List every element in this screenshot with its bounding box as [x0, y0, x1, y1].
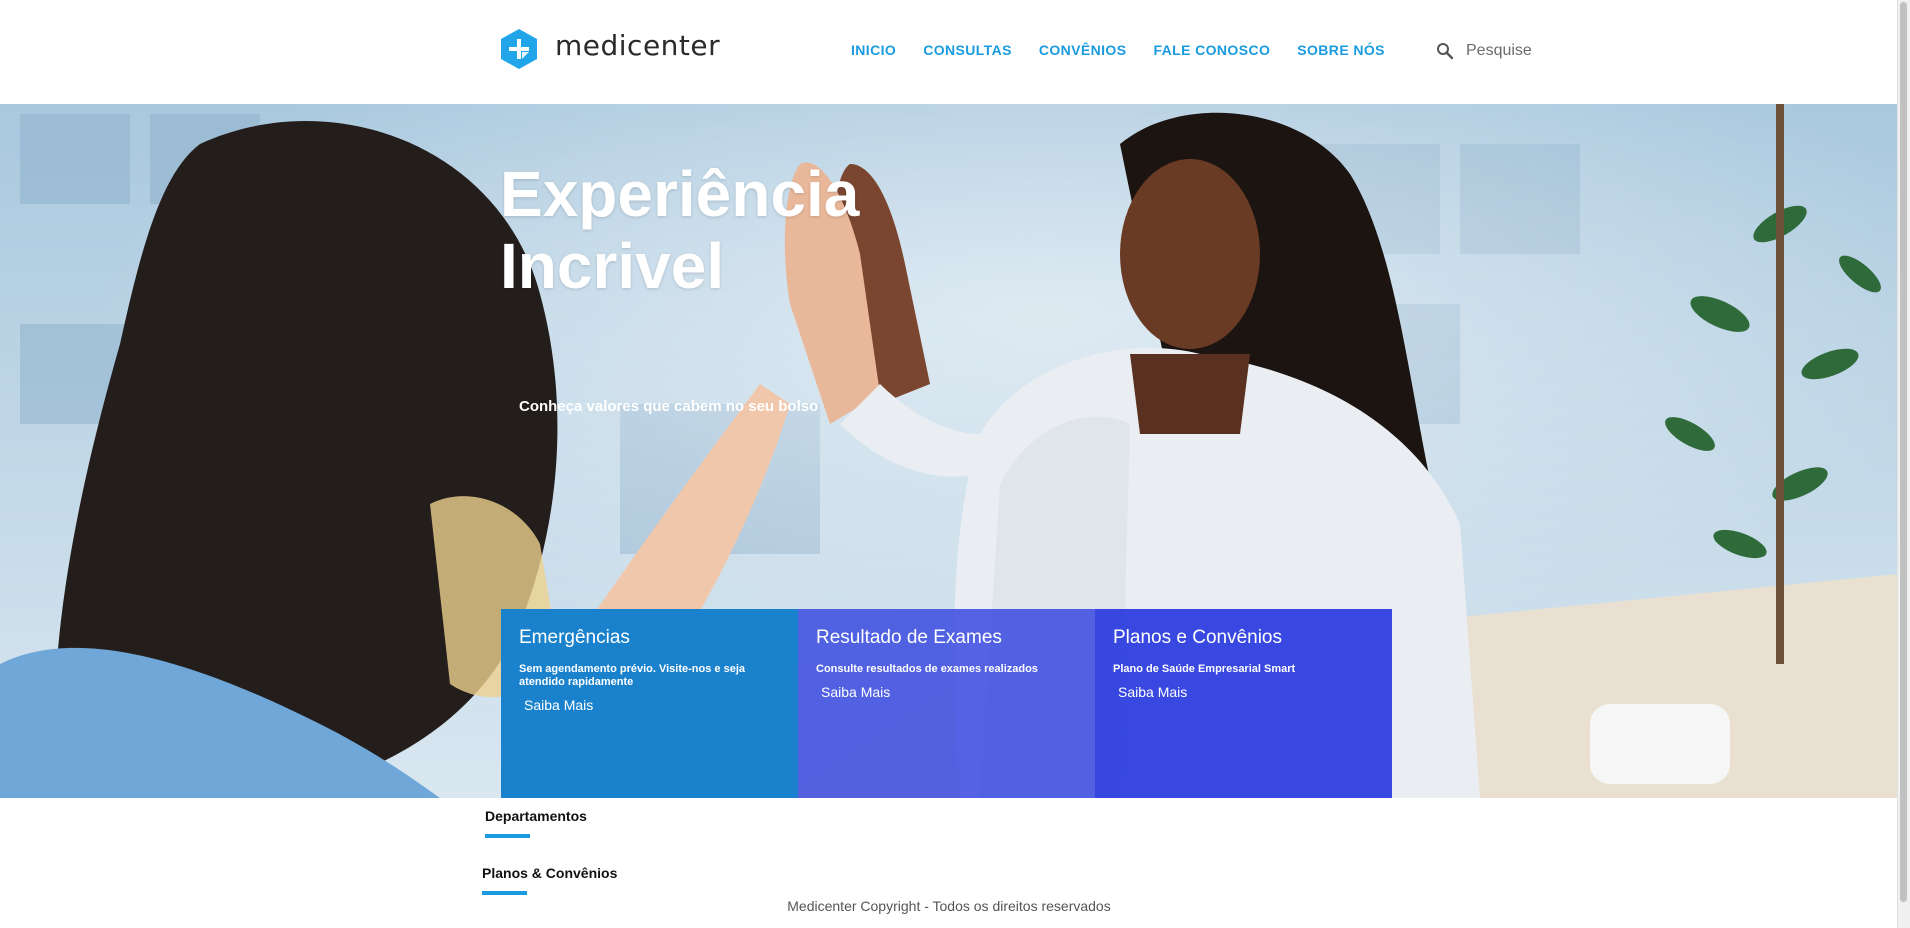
hero-banner: Experiência Incrivel Conheça valores que… — [0, 104, 1898, 798]
footer-copyright: Medicenter Copyright - Todos os direitos… — [787, 898, 1111, 914]
saiba-mais-link[interactable]: Saiba Mais — [524, 697, 593, 713]
card-description: Plano de Saúde Empresarial Smart — [1113, 663, 1296, 675]
nav-item-consultas[interactable]: CONSULTAS — [923, 42, 1012, 58]
departments-underline — [485, 834, 530, 838]
plus-hexagon-icon — [501, 29, 537, 69]
saiba-mais-link[interactable]: Saiba Mais — [1118, 684, 1187, 700]
site-header: medicenter INICIO CONSULTAS CONVÊNIOS FA… — [0, 0, 1898, 104]
card-description: Consulte resultados de exames realizados — [816, 663, 1038, 675]
hero-subtitle: Conheça valores que cabem no seu bolso — [519, 398, 819, 415]
nav-item-convenios[interactable]: CONVÊNIOS — [1039, 42, 1127, 58]
search-box — [1436, 42, 1586, 60]
saiba-mais-link[interactable]: Saiba Mais — [821, 684, 890, 700]
departments-link[interactable]: Departamentos — [485, 808, 587, 824]
nav-item-inicio[interactable]: INICIO — [851, 42, 896, 58]
logo[interactable]: medicenter — [500, 28, 720, 70]
hero-title: Experiência Incrivel — [500, 158, 859, 302]
plans-underline — [482, 891, 527, 895]
search-input[interactable] — [1466, 42, 1586, 60]
card-description: Sem agendamento prévio. Visite-nos e sej… — [519, 663, 745, 688]
plans-link[interactable]: Planos & Convênios — [482, 865, 617, 881]
main-nav: INICIO CONSULTAS CONVÊNIOS FALE CONOSCO … — [851, 42, 1412, 58]
card-emergencias: Emergências Sem agendamento prévio. Visi… — [501, 609, 798, 798]
hero-title-line1: Experiência — [500, 158, 860, 230]
search-icon[interactable] — [1436, 42, 1454, 60]
hero-title-line2: Incrivel — [500, 230, 725, 302]
card-title: Planos e Convênios — [1113, 627, 1282, 648]
card-resultado-exames: Resultado de Exames Consulte resultados … — [798, 609, 1095, 798]
brand-name: medicenter — [555, 28, 721, 62]
service-cards: Emergências Sem agendamento prévio. Visi… — [501, 609, 1392, 798]
nav-item-fale-conosco[interactable]: FALE CONOSCO — [1153, 42, 1270, 58]
page-scrollbar[interactable] — [1897, 0, 1910, 928]
card-title: Emergências — [519, 627, 630, 648]
scrollbar-thumb[interactable] — [1900, 2, 1907, 902]
card-title: Resultado de Exames — [816, 627, 1002, 648]
card-planos-convenios: Planos e Convênios Plano de Saúde Empres… — [1095, 609, 1392, 798]
nav-item-sobre-nos[interactable]: SOBRE NÓS — [1297, 42, 1385, 58]
